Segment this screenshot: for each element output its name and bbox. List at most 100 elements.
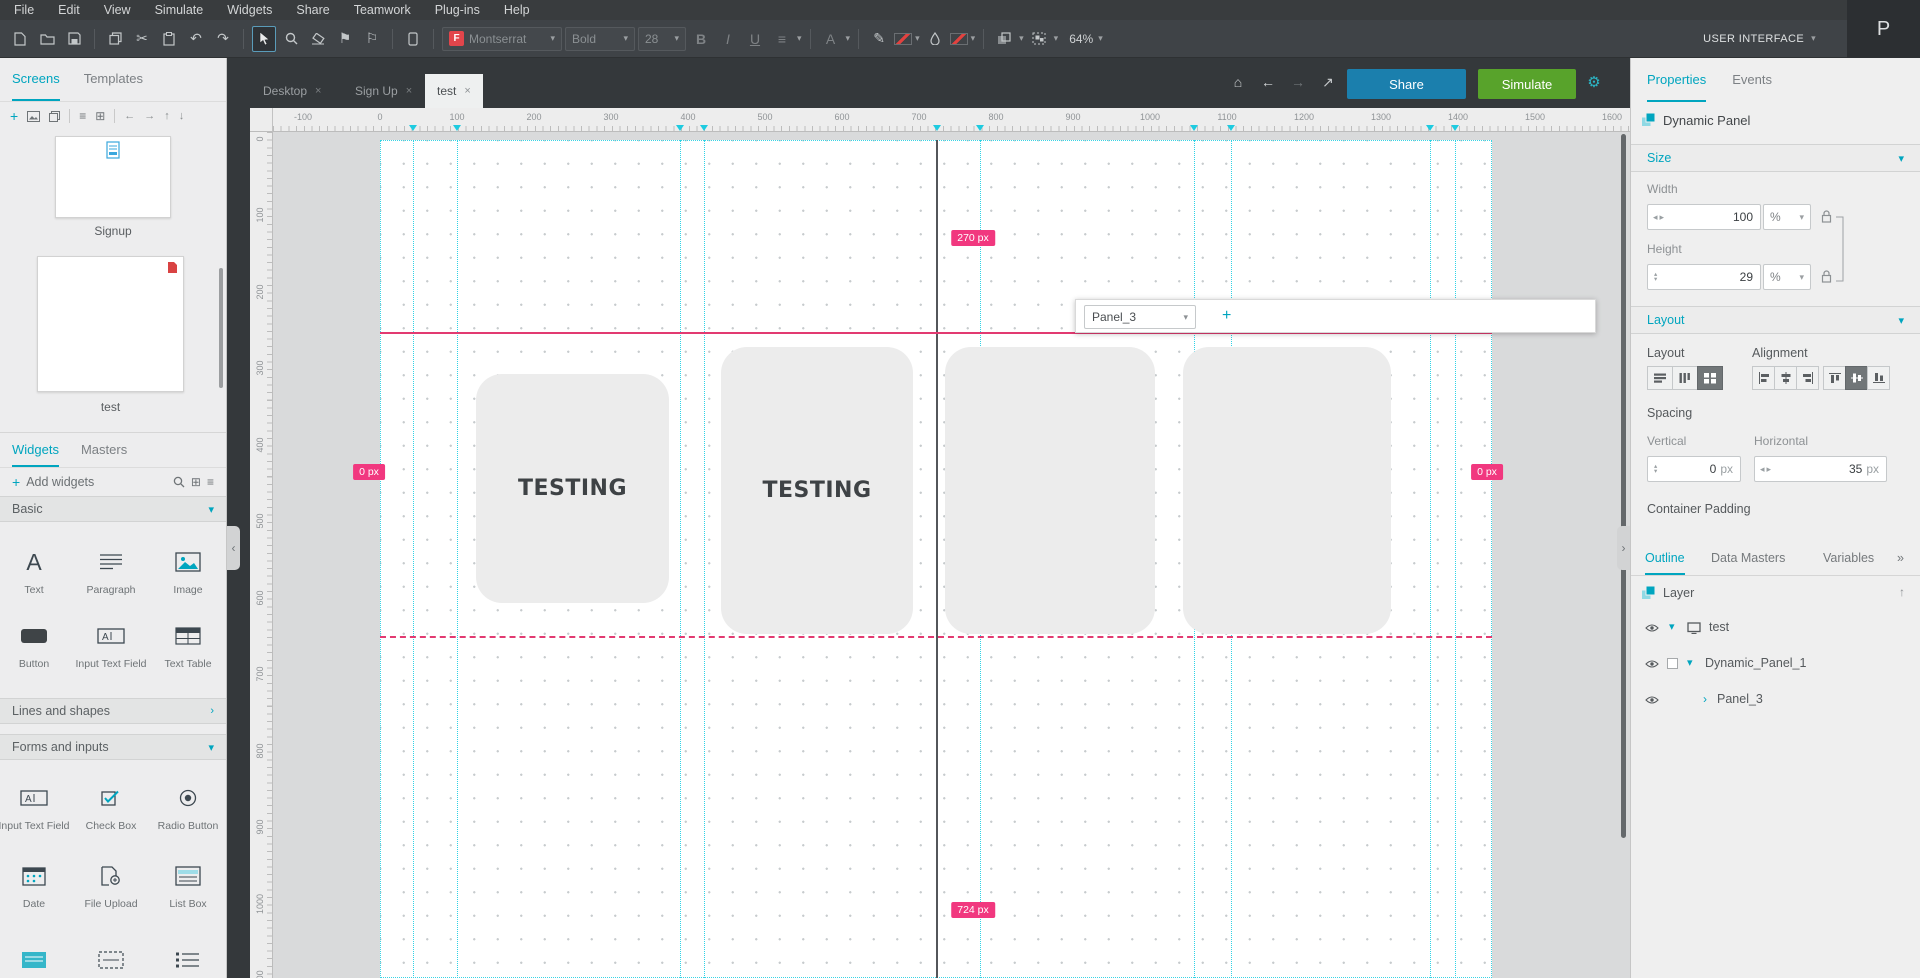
guide-marker-icon[interactable]: [1227, 125, 1235, 131]
screens-scrollbar[interactable]: [219, 268, 223, 388]
menu-help[interactable]: Help: [504, 3, 530, 17]
collapse-right-panel-handle[interactable]: ›: [1617, 526, 1630, 570]
widget-file-upload[interactable]: File Upload: [74, 860, 148, 910]
guide-marker-icon[interactable]: [1451, 125, 1459, 131]
paste-icon[interactable]: [157, 26, 181, 52]
guide-vertical[interactable]: [1455, 140, 1456, 978]
nav-left-icon[interactable]: ←: [124, 110, 135, 122]
search-widgets-icon[interactable]: [173, 476, 185, 488]
workspace-select[interactable]: USER INTERFACE ▾: [1703, 33, 1816, 45]
widget-partial-3[interactable]: [151, 944, 225, 976]
screen-name[interactable]: test: [37, 400, 184, 414]
tab-outline[interactable]: Outline: [1645, 551, 1685, 575]
text-align-select[interactable]: ≡: [770, 26, 794, 52]
guide-vertical[interactable]: [457, 140, 458, 978]
align-bottom-button[interactable]: [1867, 366, 1890, 390]
panel-cell-3[interactable]: [945, 347, 1155, 634]
align-top-button[interactable]: [1823, 366, 1846, 390]
eye-icon[interactable]: [1645, 623, 1659, 633]
vertical-spacing-stepper[interactable]: ▴▾: [1648, 464, 1663, 475]
nav-up-icon[interactable]: ↑: [164, 110, 170, 122]
doc-tab-desktop[interactable]: Desktop ×: [251, 74, 333, 108]
guide-marker-icon[interactable]: [976, 125, 984, 131]
widget-text[interactable]: A Text: [0, 546, 71, 596]
layout-rows-button[interactable]: [1647, 366, 1673, 390]
font-color-button[interactable]: A: [819, 26, 843, 52]
select-checkbox[interactable]: [1667, 658, 1678, 669]
menu-edit[interactable]: Edit: [58, 3, 80, 17]
panel-bottom-edge[interactable]: [380, 636, 1492, 638]
widget-partial-2[interactable]: [74, 944, 148, 976]
guide-marker-icon[interactable]: [409, 125, 417, 131]
fill-droplet-icon[interactable]: [923, 26, 947, 52]
step-right-icon[interactable]: ▸: [1660, 212, 1667, 222]
tab-masters[interactable]: Masters: [81, 433, 127, 467]
panel-cell-4[interactable]: [1183, 347, 1391, 634]
section-basic[interactable]: Basic ▾: [0, 496, 226, 522]
expand-icon[interactable]: ›: [1703, 692, 1707, 706]
group-icon[interactable]: [1027, 26, 1051, 52]
panel-select[interactable]: Panel_3 ▾: [1084, 305, 1196, 329]
widget-list-box[interactable]: List Box: [151, 860, 225, 910]
menu-file[interactable]: File: [14, 3, 34, 17]
layout-columns-button[interactable]: [1672, 366, 1698, 390]
step-down-icon[interactable]: ▾: [1654, 469, 1657, 475]
bold-button[interactable]: B: [689, 26, 713, 52]
widget-paragraph[interactable]: Paragraph: [74, 546, 148, 596]
guide-marker-icon[interactable]: [1426, 125, 1434, 131]
menu-share[interactable]: Share: [296, 3, 329, 17]
section-size[interactable]: Size ▾: [1631, 144, 1920, 172]
underline-button[interactable]: U: [743, 26, 767, 52]
forward-icon[interactable]: →: [1287, 70, 1309, 94]
align-right-button[interactable]: [1796, 366, 1819, 390]
tree-row-panel3[interactable]: › Panel_3: [1631, 682, 1920, 718]
close-icon[interactable]: ×: [406, 85, 412, 97]
font-style-select[interactable]: Bold ▾: [565, 27, 635, 51]
expand-icon[interactable]: ▾: [1687, 656, 1693, 669]
undo-icon[interactable]: ↶: [184, 26, 208, 52]
panel-cell-1[interactable]: TESTING: [476, 374, 669, 603]
popout-icon[interactable]: ↗: [1317, 70, 1339, 94]
collapse-left-panel-handle[interactable]: ‹: [227, 526, 240, 570]
nav-down-icon[interactable]: ↓: [179, 110, 185, 122]
guide-marker-icon[interactable]: [676, 125, 684, 131]
section-lines-and-shapes[interactable]: Lines and shapes ›: [0, 698, 226, 724]
widget-button[interactable]: Button: [0, 620, 71, 670]
close-icon[interactable]: ×: [464, 85, 470, 97]
tab-variables[interactable]: Variables: [1823, 551, 1874, 575]
duplicate-screen-icon[interactable]: [49, 111, 60, 122]
sort-up-icon[interactable]: ↑: [1899, 585, 1905, 599]
cut-icon[interactable]: ✂: [130, 26, 154, 52]
expand-icon[interactable]: ▾: [1669, 620, 1675, 633]
home-icon[interactable]: ⌂: [1227, 70, 1249, 94]
height-value[interactable]: 29: [1740, 270, 1753, 284]
widget-input-text-field-2[interactable]: A Input Text Field: [0, 782, 71, 832]
tree-node-label[interactable]: test: [1709, 620, 1729, 634]
guide-center-dark[interactable]: [936, 140, 938, 978]
font-family-select[interactable]: F Montserrat ▾: [442, 27, 562, 51]
tab-templates[interactable]: Templates: [84, 58, 143, 101]
share-button[interactable]: Share: [1347, 69, 1466, 99]
more-tabs-icon[interactable]: »: [1897, 551, 1904, 575]
width-stepper[interactable]: ◂▸: [1648, 212, 1671, 223]
avatar[interactable]: P: [1847, 0, 1920, 58]
canvas-viewport[interactable]: TESTING TESTING 270 px 0 px 0 px 724 px …: [273, 132, 1630, 978]
horizontal-spacing-value[interactable]: 35: [1849, 462, 1862, 476]
close-icon[interactable]: ×: [315, 85, 321, 97]
align-left-button[interactable]: [1752, 366, 1775, 390]
eye-icon[interactable]: [1645, 659, 1659, 669]
horizontal-spacing-stepper[interactable]: ◂▸: [1755, 464, 1778, 475]
widget-radio-button[interactable]: Radio Button: [151, 782, 225, 832]
zoom-level-select[interactable]: 64% ▾: [1069, 32, 1103, 46]
copy-icon[interactable]: [103, 26, 127, 52]
gear-icon[interactable]: ⚙: [1583, 70, 1605, 94]
guide-vertical[interactable]: [1430, 140, 1431, 978]
fill-color-select[interactable]: ▾: [950, 33, 976, 45]
tab-widgets[interactable]: Widgets: [12, 433, 59, 467]
tab-data-masters[interactable]: Data Masters: [1711, 551, 1785, 575]
vertical-spacing-input[interactable]: ▴▾ 0 px: [1647, 456, 1741, 482]
italic-button[interactable]: I: [716, 26, 740, 52]
flag-icon[interactable]: ⚑: [333, 26, 357, 52]
height-stepper[interactable]: ▴▾: [1648, 272, 1663, 283]
simulate-button[interactable]: Simulate: [1478, 69, 1576, 99]
